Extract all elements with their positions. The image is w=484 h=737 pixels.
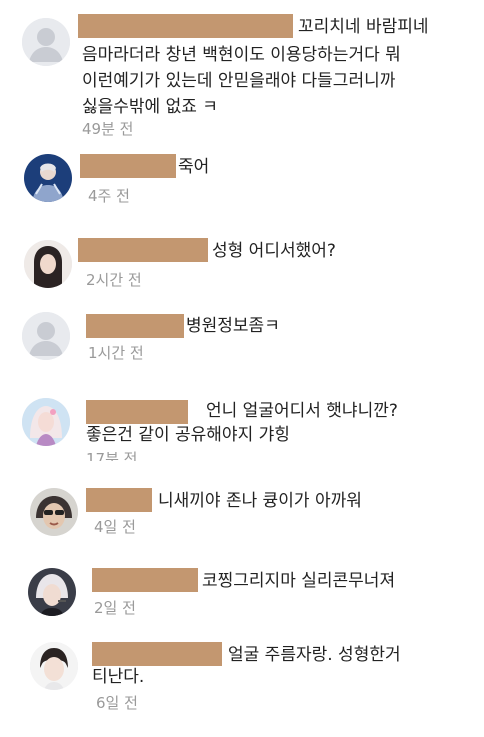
comment-timestamp: 2시간 전: [86, 271, 142, 289]
profile-photo-icon[interactable]: [28, 568, 76, 616]
comment-text: 니새끼야 존나 큥이가 아까워: [158, 491, 362, 511]
comment-text: 음마라더라 창년 백현이도 이용당하는거다 뭐: [82, 45, 401, 65]
timestamp-clip: 17분 전: [86, 450, 166, 461]
comment-item: 니새끼야 존나 큥이가 아까워 4일 전: [0, 480, 484, 550]
comment-item: 얼굴 주름자랑. 성형한거 티난다. 6일 전: [0, 632, 484, 737]
redacted-username: [80, 154, 176, 178]
profile-photo-icon[interactable]: [24, 240, 72, 288]
comment-timestamp: 4주 전: [88, 187, 130, 205]
comment-text: 성형 어디서했어?: [212, 241, 336, 261]
profile-photo-icon[interactable]: [30, 642, 78, 690]
comment-item: 코찡그리지마 실리콘무너져 2일 전: [0, 556, 484, 626]
comment-timestamp: 2일 전: [94, 599, 136, 617]
comment-timestamp: 17분 전: [86, 450, 138, 461]
comment-text: 티난다.: [92, 667, 145, 687]
comment-text: 죽어: [178, 157, 210, 177]
comment-timestamp: 49분 전: [82, 120, 134, 138]
comment-item: 꼬리치네 바람피네 음마라더라 창년 백현이도 이용당하는거다 뭐 이런예기가 …: [0, 0, 484, 140]
comment-item: 언니 얼굴어디서 햇냐니깐? 좋은건 같이 공유해야지 갸힝 17분 전: [0, 388, 484, 464]
comment-item: 성형 어디서했어? 2시간 전: [0, 224, 484, 294]
default-profile-icon[interactable]: [22, 18, 70, 66]
profile-photo-icon[interactable]: [24, 154, 72, 202]
redacted-username: [86, 314, 184, 338]
redacted-username: [78, 14, 293, 38]
comment-text: 얼굴 주름자랑. 성형한거: [228, 645, 401, 665]
comment-text: 싫을수밖에 없죠 ㅋ: [82, 97, 218, 117]
redacted-username: [92, 642, 222, 666]
redacted-username: [86, 488, 152, 512]
comment-timestamp: 6일 전: [96, 694, 138, 712]
comment-text: 좋은건 같이 공유해야지 갸힝: [86, 425, 290, 445]
comment-text: 코찡그리지마 실리콘무너져: [202, 571, 396, 591]
redacted-username: [92, 568, 198, 592]
profile-photo-icon[interactable]: [30, 488, 78, 536]
comment-item: 죽어 4주 전: [0, 142, 484, 212]
comment-text: 언니 얼굴어디서 햇냐니깐?: [206, 401, 398, 421]
default-profile-icon[interactable]: [22, 312, 70, 360]
comment-item: 병원정보좀ㅋ 1시간 전: [0, 304, 484, 374]
comment-text: 병원정보좀ㅋ: [186, 316, 280, 336]
redacted-username: [78, 238, 208, 262]
comment-text: 꼬리치네 바람피네: [298, 17, 429, 37]
comment-text: 이런예기가 있는데 안믿을래야 다들그러니까: [82, 71, 396, 91]
comment-timestamp: 1시간 전: [88, 344, 144, 362]
redacted-username: [86, 400, 188, 424]
comment-timestamp: 4일 전: [94, 518, 136, 536]
profile-photo-icon[interactable]: [22, 398, 70, 446]
